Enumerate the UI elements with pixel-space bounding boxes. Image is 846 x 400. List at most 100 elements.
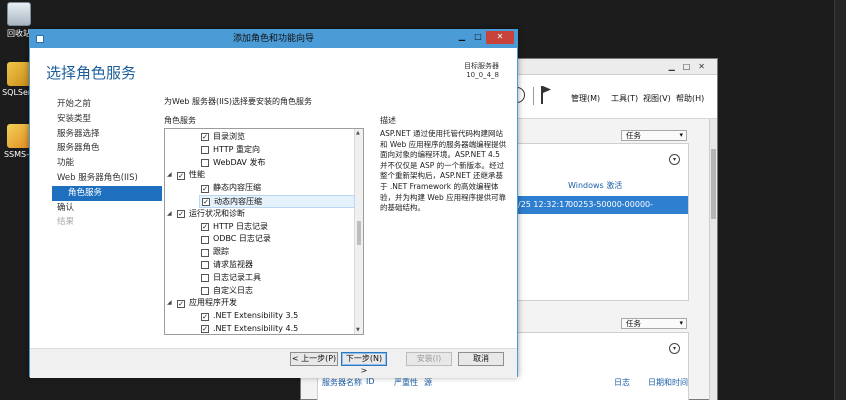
checkbox[interactable]: ✓ xyxy=(201,312,209,321)
checkbox[interactable] xyxy=(201,158,209,167)
wizard-steps-nav: 开始之前 安装类型 服务器选择 服务器角色 功能 Web 服务器角色(IIS) 角色服务 确认… xyxy=(52,97,162,230)
nav-step-0[interactable]: 开始之前 xyxy=(52,97,162,112)
tree-item-label: HTTP 日志记录 xyxy=(213,221,269,231)
wizard-body: 选择角色服务 目标服务器 10_0_4_8 开始之前 安装类型 服务器选择 服务器角色… xyxy=(30,48,517,378)
instructions-text: 为Web 服务器(IIS)选择要安装的角色服务 xyxy=(164,97,313,106)
tree-item[interactable]: 跟踪 xyxy=(165,246,355,259)
tasks-dropdown[interactable]: 任务 xyxy=(621,318,687,329)
tree-item[interactable]: 请求监视器 xyxy=(165,259,355,272)
tree-item-label: .NET Extensibility 4.5 xyxy=(213,324,299,333)
tree-scrollbar[interactable]: ▲ ▼ xyxy=(354,129,363,334)
tree-item[interactable]: ◢ ✓ 应用程序开发 xyxy=(165,297,355,310)
scrollbar-thumb[interactable] xyxy=(357,221,361,245)
scrollbar-thumb[interactable] xyxy=(711,149,716,219)
recycle-bin-icon xyxy=(7,2,31,26)
tree-item[interactable]: ✓ .NET Extensibility 3.5 xyxy=(165,310,355,323)
expand-collapse-icon[interactable]: ◢ xyxy=(167,297,175,310)
nav-step-5[interactable]: Web 服务器角色(IIS) xyxy=(52,171,162,186)
expand-collapse-icon[interactable]: ◢ xyxy=(167,169,175,182)
checkbox[interactable]: ✓ xyxy=(201,133,209,142)
destination-server-value: 10_0_4_8 xyxy=(466,71,499,79)
window-controls-icon[interactable]: ▁□✕ xyxy=(669,62,713,71)
checkbox[interactable] xyxy=(201,274,209,283)
column-header-source[interactable]: 源 xyxy=(424,377,432,388)
column-header-date-time[interactable]: 日期和时间 xyxy=(648,377,688,388)
sql-server-icon xyxy=(7,62,31,86)
next-button[interactable]: 下一步(N) > xyxy=(341,352,387,375)
checkbox[interactable] xyxy=(201,248,209,257)
tree-item[interactable]: HTTP 重定向 xyxy=(165,144,355,157)
checkbox[interactable]: ✓ xyxy=(177,210,185,219)
chevron-down-icon[interactable]: ▾ xyxy=(669,154,680,165)
tree-item-label: ODBC 日志记录 xyxy=(213,234,271,244)
tree-item-label: 运行状况和诊断 xyxy=(189,208,245,218)
tree-item[interactable]: ✓ 动态内容压缩 xyxy=(199,195,355,208)
checkbox[interactable]: ✓ xyxy=(202,198,210,207)
tree-item[interactable]: ◢ ✓ 运行状况和诊断 xyxy=(165,208,355,221)
menu-view[interactable]: 视图(V) xyxy=(643,93,671,104)
cancel-button[interactable]: 取消 xyxy=(458,352,504,366)
column-header-id[interactable]: ID xyxy=(366,377,375,386)
scroll-down-icon[interactable]: ▼ xyxy=(356,327,360,333)
nav-step-4[interactable]: 功能 xyxy=(52,156,162,171)
menu-help[interactable]: 帮助(H) xyxy=(676,93,704,104)
toolbar-divider xyxy=(533,87,534,105)
nav-step-3[interactable]: 服务器角色 xyxy=(52,141,162,156)
checkbox[interactable]: ✓ xyxy=(201,325,209,334)
nav-step-1[interactable]: 安装类型 xyxy=(52,112,162,127)
tree-item[interactable]: WebDAV 发布 xyxy=(165,157,355,170)
nav-step-2[interactable]: 服务器选择 xyxy=(52,127,162,142)
checkbox[interactable]: ✓ xyxy=(201,222,209,231)
page-title: 选择角色服务 xyxy=(46,64,137,82)
expand-collapse-icon[interactable]: ◢ xyxy=(167,208,175,221)
tree-item[interactable]: ✓ HTTP 日志记录 xyxy=(165,221,355,234)
role-services-label: 角色服务 xyxy=(164,116,196,125)
destination-server-label: 目标服务器 xyxy=(464,62,499,70)
maximize-icon[interactable]: □ xyxy=(470,31,486,44)
description-title: 描述 xyxy=(380,116,396,125)
checkbox[interactable]: ✓ xyxy=(177,171,185,180)
previous-button[interactable]: < 上一步(P) xyxy=(290,352,338,366)
tree-item-label: 应用程序开发 xyxy=(189,298,237,308)
checkbox[interactable] xyxy=(201,261,209,270)
server-manager-scrollbar[interactable] xyxy=(709,119,717,400)
tree-item-label: 目录浏览 xyxy=(213,132,245,141)
nav-step-6[interactable]: 角色服务 xyxy=(52,185,162,201)
tree-item-label: HTTP 重定向 xyxy=(213,144,261,154)
description-text: ASP.NET 通过使用托管代码构建网站和 Web 应用程序的服务器端编程提供面… xyxy=(380,129,507,213)
nav-step-7[interactable]: 确认 xyxy=(52,201,162,216)
checkbox[interactable] xyxy=(201,146,209,155)
tree-item[interactable]: ✓ 静态内容压缩 xyxy=(165,182,355,195)
checkbox[interactable]: ✓ xyxy=(177,299,185,308)
tree-item[interactable]: 日志记录工具 xyxy=(165,272,355,285)
scroll-up-icon[interactable]: ▲ xyxy=(356,130,360,136)
install-button[interactable]: 安装(I) xyxy=(406,352,452,366)
nav-step-8: 结果 xyxy=(57,217,75,228)
menu-manage[interactable]: 管理(M) xyxy=(571,93,600,104)
checkbox[interactable] xyxy=(201,235,209,244)
tasks-dropdown[interactable]: 任务 xyxy=(621,130,687,141)
tree-item-label: 性能 xyxy=(189,170,205,180)
column-header-log[interactable]: 日志 xyxy=(614,377,630,388)
checkbox[interactable]: ✓ xyxy=(201,184,209,193)
column-header-windows-activation[interactable]: Windows 激活 xyxy=(568,180,622,191)
tree-item[interactable]: ODBC 日志记录 xyxy=(165,233,355,246)
wizard-titlebar[interactable]: 添加角色和功能向导 ▁ □ ✕ xyxy=(30,30,517,48)
close-icon[interactable]: ✕ xyxy=(486,31,514,44)
tree-item[interactable]: ✓ 目录浏览 xyxy=(165,131,355,144)
checkbox[interactable] xyxy=(201,286,209,295)
tree-item-label: 自定义日志 xyxy=(213,285,253,295)
role-services-tree[interactable]: ▲ ▼ ✓ 目录浏览 HTTP 重定向 WebDAV 发布 ◢ ✓ 性能 ✓ 静态内容压缩 ✓ 动态… xyxy=(164,128,364,335)
notification-flag-icon[interactable] xyxy=(541,86,551,104)
tree-item[interactable]: 自定义日志 xyxy=(165,285,355,298)
tree-item[interactable]: ◢ ✓ 性能 xyxy=(165,169,355,182)
column-header-severity[interactable]: 严重性 xyxy=(394,377,418,388)
destination-server: 目标服务器 10_0_4_8 xyxy=(464,62,499,80)
chevron-down-icon[interactable]: ▾ xyxy=(669,343,680,354)
menu-tools[interactable]: 工具(T) xyxy=(611,93,638,104)
column-header-server-name[interactable]: 服务器名称 xyxy=(322,377,362,388)
minimize-icon[interactable]: ▁ xyxy=(454,31,470,44)
table-row[interactable]: /25 12:32:17 00253-50000-00000-AA442(已激活 xyxy=(518,196,688,227)
tree-item[interactable]: ✓ .NET Extensibility 4.5 xyxy=(165,323,355,334)
right-edge-strip xyxy=(834,0,846,400)
